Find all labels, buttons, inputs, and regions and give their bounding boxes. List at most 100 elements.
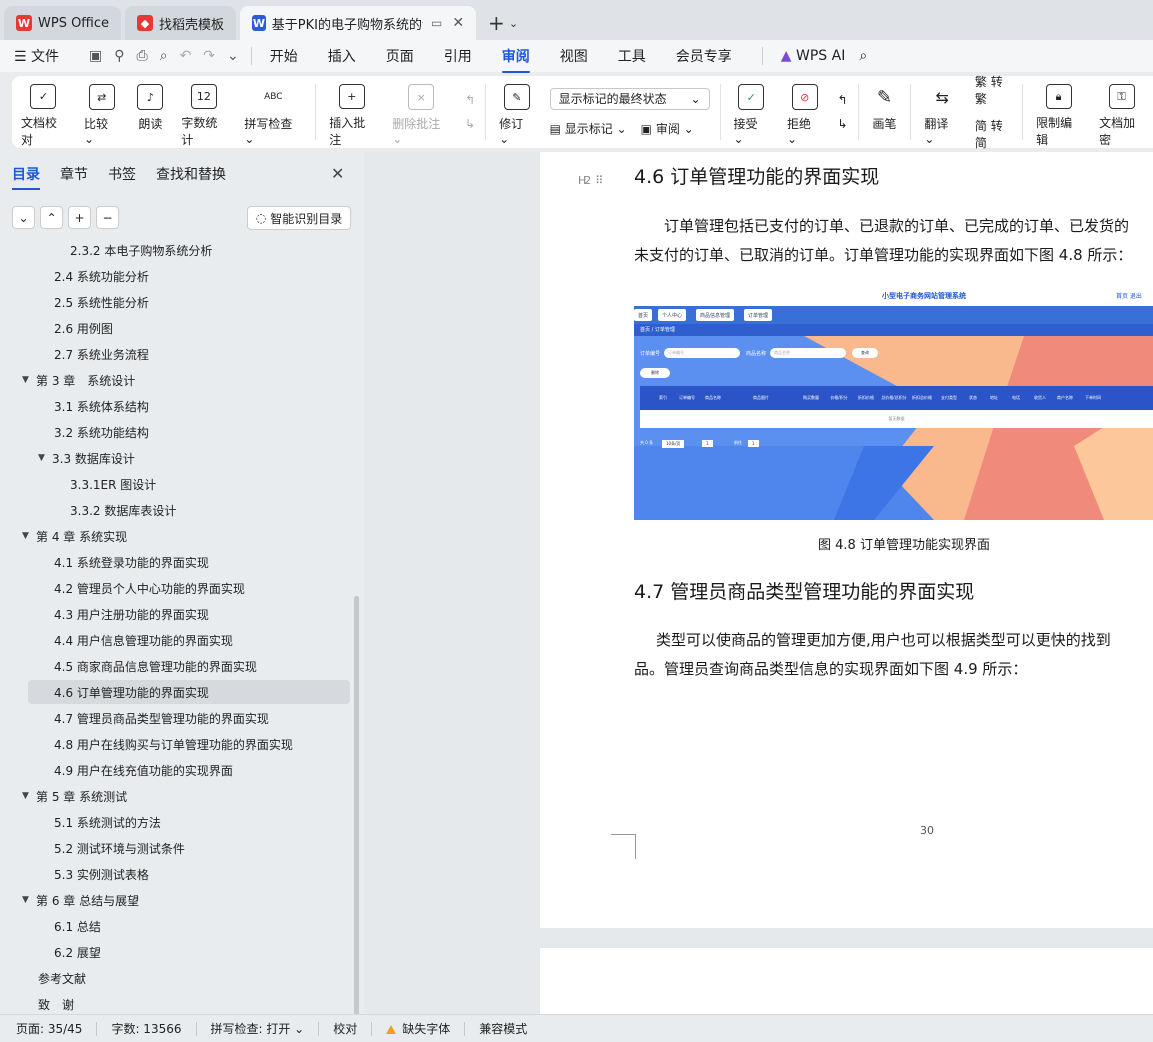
toc-item[interactable]: 2.4 系统功能分析	[54, 264, 149, 288]
expand-triangle-icon[interactable]: ▼	[38, 453, 52, 463]
menu-view[interactable]: 视图	[560, 46, 588, 66]
missing-font-indicator[interactable]: 缺失字体	[386, 1020, 450, 1037]
tab-wps-office[interactable]: W WPS Office	[4, 6, 122, 40]
tab-find-replace[interactable]: 查找和替换	[156, 164, 226, 184]
toc-item[interactable]: ▼ 第 6 章 总结与展望	[22, 888, 139, 912]
search-icon[interactable]: ⌕	[859, 48, 867, 64]
toc-item[interactable]: 3.2 系统功能结构	[54, 420, 149, 444]
toc-item[interactable]: 2.6 用例图	[54, 316, 113, 340]
undo-icon[interactable]: ↶	[180, 48, 192, 64]
close-pane-icon[interactable]: ✕	[331, 164, 344, 183]
toc-item[interactable]: 3.3.2 数据库表设计	[70, 498, 176, 522]
toc-item[interactable]: 3.1 系统体系结构	[54, 394, 149, 418]
print-preview-icon[interactable]: ⌕	[160, 48, 168, 64]
toc-item[interactable]: 4.8 用户在线购买与订单管理功能的界面实现	[54, 732, 293, 756]
tab-current-document[interactable]: W 基于PKI的电子购物系统的设计 ▭ ✕	[240, 6, 477, 40]
heading-level-marker[interactable]: H2 ⠿	[572, 174, 603, 187]
toc-item[interactable]: ▼ 第 3 章 系统设计	[22, 368, 135, 392]
toc-item[interactable]: 4.3 用户注册功能的界面实现	[54, 602, 209, 626]
reject-button[interactable]: ⊘ 拒绝 ⌄	[778, 76, 831, 148]
word-count-indicator[interactable]: 字数: 13566	[111, 1020, 181, 1037]
spell-check-button[interactable]: ABC 拼写检查 ⌄	[235, 76, 311, 148]
insert-comment-button[interactable]: + 插入批注	[320, 76, 383, 148]
next-comment-icon[interactable]: ↳	[465, 117, 475, 131]
remove-heading-icon[interactable]: −	[96, 206, 119, 229]
menu-page[interactable]: 页面	[386, 46, 414, 66]
close-icon[interactable]: ✕	[452, 15, 464, 31]
restrict-edit-button[interactable]: 🔒︎ 限制编辑	[1027, 76, 1090, 148]
toc-item[interactable]: 6.2 展望	[54, 940, 101, 964]
toc-scrollbar[interactable]	[354, 596, 359, 1016]
expand-triangle-icon[interactable]: ▼	[22, 531, 36, 541]
toc-item[interactable]: 4.4 用户信息管理功能的界面实现	[54, 628, 233, 652]
doc-check-button[interactable]: ✓ 文档校对	[12, 76, 75, 148]
track-changes-button[interactable]: ✎ 修订 ⌄	[490, 76, 543, 148]
link-icon[interactable]: ⚲	[114, 48, 124, 64]
tab-sections[interactable]: 章节	[60, 164, 88, 184]
toc-item[interactable]: 参考文献	[38, 966, 86, 990]
toc-item[interactable]: 6.1 总结	[54, 914, 101, 938]
doc-encrypt-button[interactable]: ⚿ 文档加密	[1090, 76, 1153, 148]
spell-check-indicator[interactable]: 拼写检查: 打开 ⌄	[211, 1020, 305, 1037]
toc-item[interactable]: 5.2 测试环境与测试条件	[54, 836, 185, 860]
tab-bookmarks[interactable]: 书签	[108, 164, 136, 184]
print-icon[interactable]: ⎙	[137, 48, 148, 64]
translate-button[interactable]: ⇆ 翻译 ⌄	[915, 76, 968, 148]
toc-item[interactable]: 4.6 订单管理功能的界面实现	[54, 680, 209, 704]
toc-item[interactable]: 4.5 商家商品信息管理功能的界面实现	[54, 654, 257, 678]
add-heading-icon[interactable]: +	[68, 206, 91, 229]
delete-comment-button[interactable]: × 删除批注 ⌄	[383, 76, 459, 148]
pen-button[interactable]: ✎ 画笔	[862, 76, 906, 148]
toc-item[interactable]: 4.2 管理员个人中心功能的界面实现	[54, 576, 245, 600]
accept-button[interactable]: ✓ 接受 ⌄	[725, 76, 778, 148]
menu-review[interactable]: 审阅	[501, 46, 530, 73]
new-tab-button[interactable]: + ⌄	[480, 6, 526, 40]
toc-item[interactable]: 4.9 用户在线充值功能的实现界面	[54, 758, 233, 782]
toc-item[interactable]: ▼ 3.3 数据库设计	[38, 446, 135, 470]
window-icon[interactable]: ▭	[431, 16, 442, 30]
prev-change-icon[interactable]: ↰	[837, 93, 847, 107]
toc-item[interactable]: 4.1 系统登录功能的界面实现	[54, 550, 209, 574]
collapse-up-icon[interactable]: ⌃	[40, 206, 63, 229]
word-count-button[interactable]: 12 字数统计	[172, 76, 235, 148]
markup-select[interactable]: 显示标记的最终状态 ⌄	[549, 87, 710, 110]
prev-comment-icon[interactable]: ↰	[465, 93, 475, 107]
more-chevron-icon[interactable]: ⌄	[227, 48, 239, 64]
wps-ai-button[interactable]: ▲ WPS AI	[781, 48, 846, 64]
save-icon[interactable]: ▣	[89, 48, 102, 64]
toc-item[interactable]: 2.5 系统性能分析	[54, 290, 149, 314]
review-pane-button[interactable]: ▣ 审阅 ⌄	[641, 120, 694, 137]
next-change-icon[interactable]: ↳	[837, 117, 847, 131]
drag-handle-icon[interactable]: ⠿	[595, 174, 603, 187]
to-simplified-button[interactable]: 简 转简	[975, 117, 1012, 151]
menu-tools[interactable]: 工具	[618, 46, 646, 66]
to-traditional-button[interactable]: 繁 转繁	[975, 73, 1012, 107]
menu-insert[interactable]: 插入	[328, 46, 356, 66]
toc-item[interactable]: ▼ 第 5 章 系统测试	[22, 784, 127, 808]
expand-down-icon[interactable]: ⌄	[12, 206, 35, 229]
toc-item[interactable]: ▼ 第 4 章 系统实现	[22, 524, 127, 548]
toc-item[interactable]: 3.3.1ER 图设计	[70, 472, 156, 496]
redo-icon[interactable]: ↷	[203, 48, 215, 64]
menu-home[interactable]: 开始	[270, 46, 298, 66]
menu-member[interactable]: 会员专享	[676, 46, 732, 66]
proofread-indicator[interactable]: 校对	[333, 1020, 357, 1037]
menu-references[interactable]: 引用	[444, 46, 472, 66]
expand-triangle-icon[interactable]: ▼	[22, 895, 36, 905]
ai-toc-button[interactable]: ◌ 智能识别目录	[247, 206, 351, 230]
page-indicator[interactable]: 页面: 35/45	[16, 1020, 82, 1037]
show-markup-button[interactable]: ▤ 显示标记 ⌄	[550, 120, 627, 137]
toc-item[interactable]: 5.1 系统测试的方法	[54, 810, 161, 834]
tab-toc[interactable]: 目录	[12, 164, 40, 190]
toc-item[interactable]: 2.7 系统业务流程	[54, 342, 149, 366]
expand-triangle-icon[interactable]: ▼	[22, 375, 36, 385]
compare-button[interactable]: ⇄ 比较 ⌄	[75, 76, 128, 148]
toc-item[interactable]: 5.3 实例测试表格	[54, 862, 149, 886]
expand-triangle-icon[interactable]: ▼	[22, 791, 36, 801]
tab-docer-templates[interactable]: ◆ 找稻壳模板	[125, 6, 237, 40]
read-aloud-button[interactable]: ♪ 朗读	[128, 76, 172, 148]
toc-item[interactable]: 致 谢	[38, 992, 74, 1014]
file-menu[interactable]: ☰ 文件	[14, 46, 59, 66]
toc-item[interactable]: 4.7 管理员商品类型管理功能的界面实现	[54, 706, 269, 730]
toc-item[interactable]: 2.3.2 本电子购物系统分析	[70, 240, 212, 262]
